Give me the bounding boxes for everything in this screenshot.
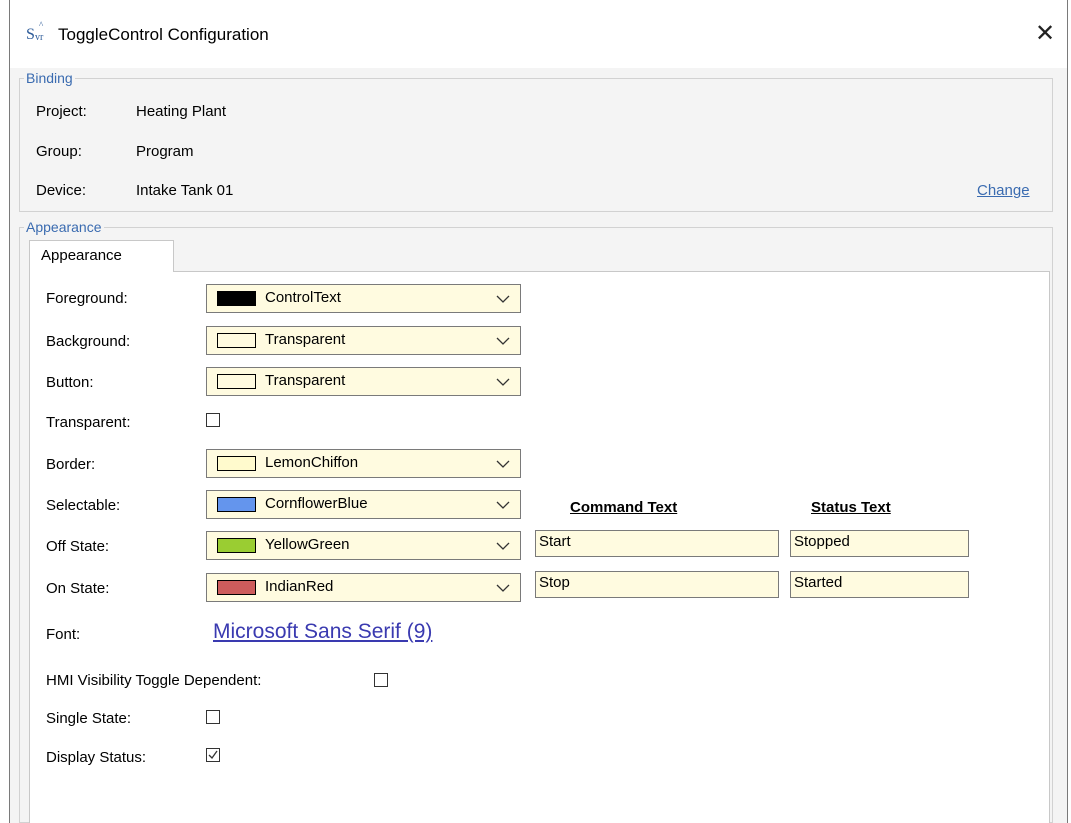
selectable-value: CornflowerBlue bbox=[265, 495, 368, 512]
display-status-label: Display Status: bbox=[46, 749, 147, 766]
background-label: Background: bbox=[46, 333, 131, 350]
close-button[interactable]: ✕ bbox=[1031, 20, 1059, 48]
off-state-label: Off State: bbox=[46, 538, 110, 555]
transparent-label: Transparent: bbox=[46, 414, 131, 431]
chevron-down-icon bbox=[496, 295, 510, 303]
svr-app-icon: Svr ^ bbox=[26, 20, 44, 43]
border-label: Border: bbox=[46, 456, 96, 473]
group-value: Program bbox=[136, 143, 194, 160]
foreground-label: Foreground: bbox=[46, 290, 128, 307]
off-state-combo[interactable]: YellowGreen bbox=[206, 531, 521, 560]
project-value: Heating Plant bbox=[136, 103, 227, 120]
background-value: Transparent bbox=[265, 331, 346, 348]
border-swatch bbox=[217, 456, 256, 471]
button-label: Button: bbox=[46, 374, 94, 391]
border-value: LemonChiffon bbox=[265, 454, 359, 471]
appearance-legend: Appearance bbox=[26, 219, 102, 235]
tab-appearance[interactable]: Appearance bbox=[29, 240, 174, 272]
on-state-label: On State: bbox=[46, 580, 110, 597]
font-label: Font: bbox=[46, 626, 81, 643]
config-dialog: Svr ^ ToggleControl Configuration ✕ Bindi… bbox=[9, 0, 1068, 823]
group-label: Group: bbox=[36, 143, 82, 160]
selectable-label: Selectable: bbox=[46, 497, 121, 514]
on-state-value: IndianRed bbox=[265, 578, 334, 595]
off-state-value: YellowGreen bbox=[265, 536, 350, 553]
status-text-header: Status Text bbox=[811, 499, 891, 516]
device-value: Intake Tank 01 bbox=[136, 182, 234, 199]
check-icon bbox=[208, 750, 218, 760]
chevron-down-icon bbox=[496, 337, 510, 345]
title-bar: Svr ^ ToggleControl Configuration ✕ bbox=[10, 0, 1067, 68]
chevron-down-icon bbox=[496, 542, 510, 550]
background-combo[interactable]: Transparent bbox=[206, 326, 521, 355]
command-text-header: Command Text bbox=[570, 499, 678, 516]
button-combo[interactable]: Transparent bbox=[206, 367, 521, 396]
selectable-combo[interactable]: CornflowerBlue bbox=[206, 490, 521, 519]
close-icon: ✕ bbox=[1034, 20, 1056, 47]
off-state-swatch bbox=[217, 538, 256, 553]
hmi-visibility-label: HMI Visibility Toggle Dependent: bbox=[46, 672, 262, 689]
border-combo[interactable]: LemonChiffon bbox=[206, 449, 521, 478]
binding-legend: Binding bbox=[26, 70, 73, 86]
on-state-swatch bbox=[217, 580, 256, 595]
off-state-status-text-field[interactable]: Stopped bbox=[790, 530, 969, 557]
foreground-combo[interactable]: ControlText bbox=[206, 284, 521, 313]
window-title: ToggleControl Configuration bbox=[58, 25, 269, 44]
foreground-swatch bbox=[217, 291, 256, 306]
chevron-down-icon bbox=[496, 501, 510, 509]
display-status-checkbox[interactable] bbox=[206, 748, 220, 762]
project-label: Project: bbox=[36, 103, 87, 120]
off-state-command-text-field[interactable]: Start bbox=[535, 530, 779, 557]
single-state-checkbox[interactable] bbox=[206, 710, 220, 724]
foreground-value: ControlText bbox=[265, 289, 341, 306]
hmi-visibility-checkbox[interactable] bbox=[374, 673, 388, 687]
button-value: Transparent bbox=[265, 372, 346, 389]
transparent-checkbox[interactable] bbox=[206, 413, 220, 427]
on-state-status-text-field[interactable]: Started bbox=[790, 571, 969, 598]
single-state-label: Single State: bbox=[46, 710, 132, 727]
font-picker-link[interactable]: Microsoft Sans Serif (9) bbox=[213, 620, 432, 644]
selectable-swatch bbox=[217, 497, 256, 512]
device-label: Device: bbox=[36, 182, 87, 199]
change-device-link[interactable]: Change bbox=[977, 182, 1030, 199]
chevron-down-icon bbox=[496, 378, 510, 386]
background-swatch bbox=[217, 333, 256, 348]
chevron-down-icon bbox=[496, 584, 510, 592]
on-state-command-text-field[interactable]: Stop bbox=[535, 571, 779, 598]
chevron-down-icon bbox=[496, 460, 510, 468]
on-state-combo[interactable]: IndianRed bbox=[206, 573, 521, 602]
button-swatch bbox=[217, 374, 256, 389]
